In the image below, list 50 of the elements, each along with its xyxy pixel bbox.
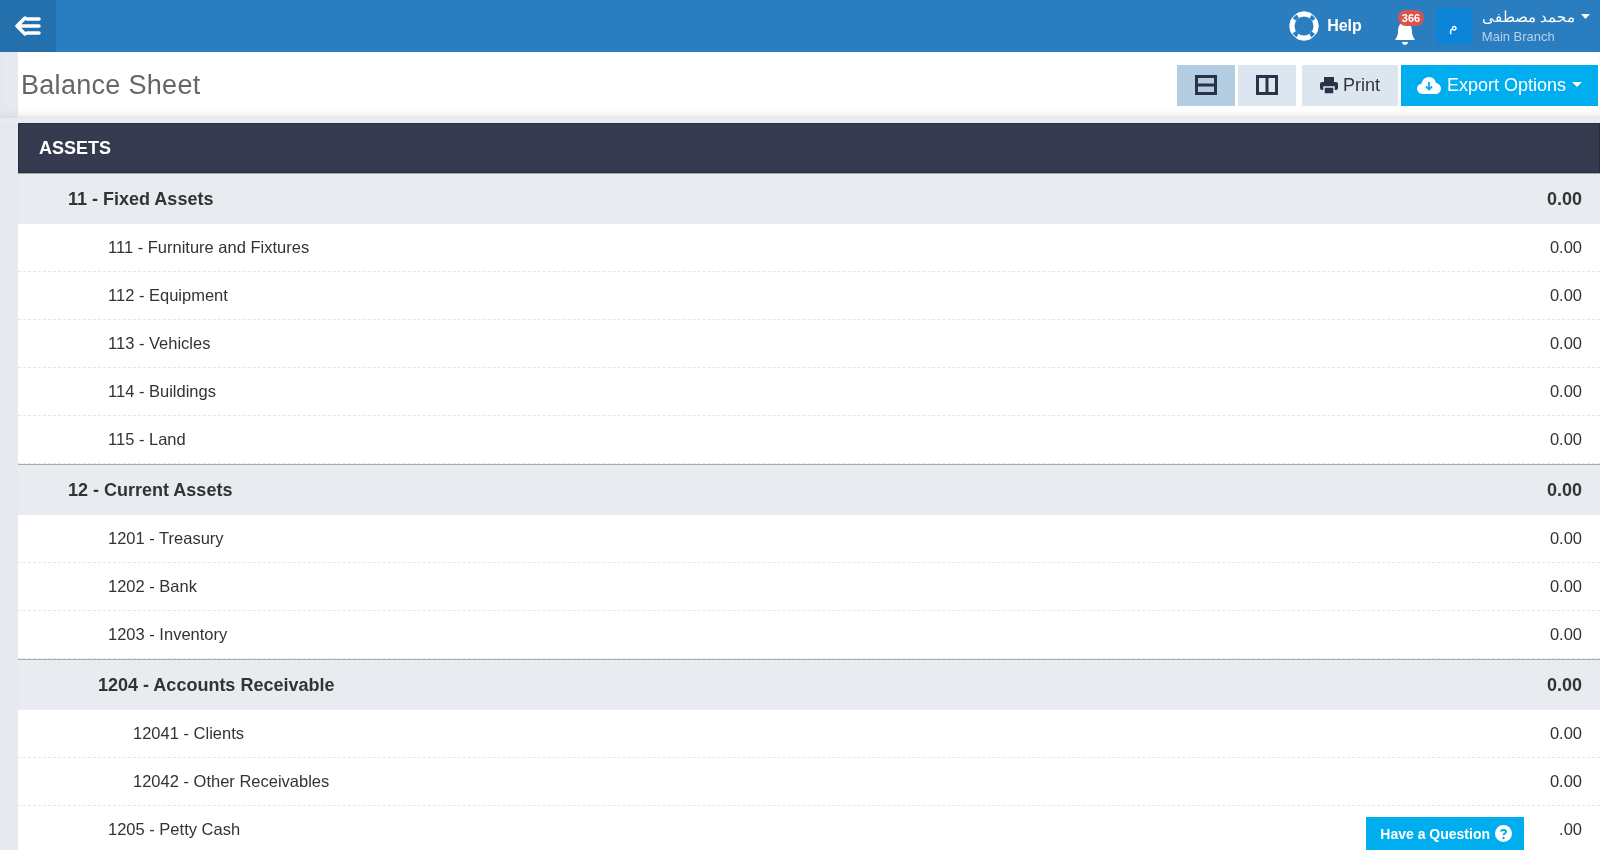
amount: 0.00 <box>1546 479 1582 501</box>
print-button[interactable]: Print <box>1301 64 1398 106</box>
cloud-download-icon <box>1416 76 1441 94</box>
view-toggle-button[interactable] <box>1237 64 1296 106</box>
amount: 0.00 <box>1549 430 1582 449</box>
amount: 0.00 <box>1549 772 1582 791</box>
amount: 0.00 <box>1549 382 1582 401</box>
amount: 0.00 <box>1549 238 1582 257</box>
caret-icon <box>1581 14 1590 20</box>
account-label: 1203 - Inventory <box>108 625 228 644</box>
account-label: 12041 - Clients <box>133 724 244 743</box>
amount: .00 <box>1559 820 1582 839</box>
question-icon <box>1495 825 1512 842</box>
arrow-menu-icon <box>15 16 41 36</box>
account-label: 1204 - Accounts Receivable <box>98 674 335 696</box>
rows-layout-icon <box>1194 75 1217 95</box>
user-name[interactable]: محمد مصطفى <box>1481 8 1575 26</box>
account-label: 12 - Current Assets <box>68 479 233 501</box>
lifebuoy-icon <box>1289 11 1320 41</box>
help-link[interactable]: Help <box>1289 11 1362 41</box>
amount: 0.00 <box>1549 286 1582 305</box>
amount: 0.00 <box>1546 188 1582 210</box>
account-label: 112 - Equipment <box>108 286 228 305</box>
user-avatar[interactable]: م <box>1435 8 1472 44</box>
section-header: ASSETS <box>18 123 1600 173</box>
amount: 0.00 <box>1549 625 1582 644</box>
page-title: Balance Sheet <box>21 69 201 101</box>
account-label: 113 - Vehicles <box>108 334 211 353</box>
menu-toggle-button[interactable] <box>0 0 56 52</box>
amount: 0.00 <box>1549 334 1582 353</box>
account-label: 111 - Furniture and Fixtures <box>108 238 310 257</box>
columns-layout-icon <box>1255 75 1278 95</box>
branch-name: Main Branch <box>1481 29 1556 44</box>
notification-badge: 366 <box>1397 10 1425 26</box>
amount: 0.00 <box>1546 674 1582 696</box>
account-label: 1205 - Petty Cash <box>108 820 241 839</box>
printer-icon <box>1319 76 1338 94</box>
account-label: 12042 - Other Receivables <box>133 772 330 791</box>
account-label: 1202 - Bank <box>108 577 197 596</box>
view-toggle-button[interactable] <box>1176 64 1235 106</box>
account-label: 1201 - Treasury <box>108 529 224 548</box>
account-label: 11 - Fixed Assets <box>68 188 214 210</box>
amount: 0.00 <box>1549 724 1582 743</box>
caret-icon <box>1572 82 1582 88</box>
amount: 0.00 <box>1549 529 1582 548</box>
account-label: 115 - Land <box>108 430 186 449</box>
help-question-button[interactable]: Have a Question <box>1366 817 1524 850</box>
export-options-button[interactable]: Export Options <box>1400 64 1598 106</box>
amount: 0.00 <box>1549 577 1582 596</box>
account-label: 114 - Buildings <box>108 382 216 401</box>
